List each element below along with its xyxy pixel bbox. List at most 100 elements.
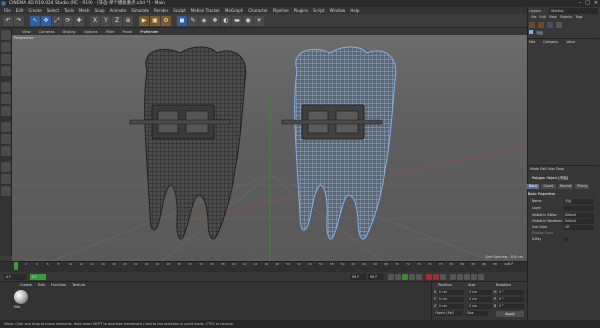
texture-mode-icon[interactable] (1, 54, 11, 64)
key-position-icon[interactable] (450, 274, 456, 280)
end-frame-field[interactable]: 90 F (350, 274, 366, 280)
floor-icon[interactable]: ▬ (232, 16, 242, 26)
rotate-tool-icon[interactable]: ⟳ (63, 16, 73, 26)
key-pla-icon[interactable] (478, 274, 484, 280)
cube-primitive-icon[interactable]: ◼ (177, 16, 187, 26)
menu-create[interactable]: Create (28, 8, 41, 13)
current-frame-field[interactable]: 0 F (30, 274, 46, 280)
menu-motion-tracker[interactable]: Motion Tracker (191, 8, 220, 13)
menu-help[interactable]: Help (350, 8, 359, 13)
lock-workplane-icon[interactable] (1, 162, 11, 172)
menu-script[interactable]: Script (313, 8, 325, 13)
menu-simulate[interactable]: Simulate (131, 8, 149, 13)
mat-menu-texture[interactable]: Texture (72, 283, 85, 287)
snap-icon[interactable] (1, 146, 11, 156)
close-button[interactable]: × (594, 0, 598, 7)
enable-axis-icon[interactable] (1, 122, 11, 132)
key-parameter-icon[interactable] (471, 274, 477, 280)
menu-pipeline[interactable]: Pipeline (273, 8, 289, 13)
size-x-field[interactable]: 0 cm (468, 290, 492, 295)
maximize-button[interactable]: □ (585, 0, 590, 7)
layout-dropdown[interactable]: Startup (549, 8, 598, 14)
scale-tool-icon[interactable]: ⤢ (52, 16, 62, 26)
tooth-model-selected[interactable] (281, 46, 397, 240)
om-menu-tags[interactable]: Tags (575, 15, 582, 20)
om-object-icon[interactable] (529, 22, 535, 28)
om-menu-edit[interactable]: Edit (540, 15, 546, 20)
live-selection-icon[interactable]: ↖ (30, 16, 40, 26)
pen-spline-icon[interactable]: ✎ (188, 16, 198, 26)
size-y-field[interactable]: 0 cm (468, 297, 492, 302)
menu-sculpt[interactable]: Sculpt (173, 8, 186, 13)
visible-renderer-dropdown[interactable]: Default (564, 219, 594, 224)
camera-icon[interactable]: ◉ (243, 16, 253, 26)
sculpt-icon[interactable] (1, 186, 11, 196)
attr-tab-phong[interactable]: Phong (575, 184, 590, 189)
om-subdiv-icon[interactable] (538, 22, 544, 28)
position-z-field[interactable]: 0 cm (438, 304, 464, 309)
vp-menu-options[interactable]: Options (84, 30, 98, 34)
menu-window[interactable]: Window (330, 8, 346, 13)
rotation-p-field[interactable]: 0 ° (498, 297, 524, 302)
points-mode-icon[interactable] (1, 82, 11, 92)
record-icon[interactable] (426, 274, 432, 280)
menu-mesh[interactable]: Mesh (79, 8, 90, 13)
om-menu-view[interactable]: View (549, 15, 557, 20)
perspective-viewport[interactable]: Perspective Grid Spacing: 100 cm (12, 35, 527, 261)
visible-editor-dropdown[interactable]: Default (564, 213, 594, 218)
attr-tab-normal[interactable]: Normal (557, 184, 574, 189)
keyframe-selection-icon[interactable] (440, 274, 446, 280)
attr-menu[interactable]: Mode Edit User Data (530, 167, 564, 171)
menu-edit[interactable]: Edit (16, 8, 24, 13)
om-menu-file[interactable]: File (531, 15, 537, 20)
bend-deformer-icon[interactable]: ◐ (221, 16, 231, 26)
key-rotation-icon[interactable] (464, 274, 470, 280)
menu-snap[interactable]: Snap (94, 8, 104, 13)
size-z-field[interactable]: 0 cm (468, 304, 492, 309)
position-x-field[interactable]: 0 cm (438, 290, 464, 295)
vp-menu-display[interactable]: Display (63, 30, 76, 34)
menu-character[interactable]: Character (248, 8, 268, 13)
minimize-button[interactable]: – (579, 0, 582, 7)
vp-menu-prorender[interactable]: ProRender (140, 30, 159, 34)
model-mode-icon[interactable] (1, 42, 11, 52)
menu-animate[interactable]: Animate (110, 8, 127, 13)
start-frame-field[interactable]: 0 F (4, 274, 26, 280)
layer-field[interactable] (564, 206, 594, 211)
rotation-b-field[interactable]: 0 ° (498, 304, 524, 309)
om-layer-icon[interactable] (547, 22, 553, 28)
om-menu-objects[interactable]: Objects (560, 15, 572, 20)
name-field[interactable]: 牙齿 (564, 199, 594, 204)
menu-tools[interactable]: Tools (64, 8, 74, 13)
vp-menu-view[interactable]: View (22, 30, 31, 34)
material-preview-ball[interactable] (14, 290, 28, 304)
vp-menu-filter[interactable]: Filter (106, 30, 115, 34)
mat-menu-function[interactable]: Function (51, 283, 66, 287)
y-axis-lock-button[interactable]: Y (101, 16, 111, 26)
go-to-start-icon[interactable] (388, 274, 394, 280)
subdivision-surface-icon[interactable]: ◈ (199, 16, 209, 26)
prev-key-icon[interactable] (395, 274, 401, 280)
preview-end-field[interactable]: 90 F (368, 274, 384, 280)
recent-tools-icon[interactable]: ✚ (74, 16, 84, 26)
array-icon[interactable]: ❖ (210, 16, 220, 26)
key-scale-icon[interactable] (457, 274, 463, 280)
om-filter-icon[interactable] (556, 22, 562, 28)
edges-mode-icon[interactable] (1, 94, 11, 104)
position-y-field[interactable]: 0 cm (438, 297, 464, 302)
undo-icon[interactable]: ↶ (3, 16, 13, 26)
move-tool-icon[interactable]: ✥ (41, 16, 51, 26)
playhead-marker[interactable] (14, 262, 18, 270)
mat-menu-create[interactable]: Create (20, 283, 32, 287)
menu-render[interactable]: Render (154, 8, 168, 13)
next-key-icon[interactable] (409, 274, 415, 280)
render-view-icon[interactable]: ▶ (139, 16, 149, 26)
apply-button[interactable]: Apply (496, 311, 524, 317)
x-axis-lock-button[interactable]: X (90, 16, 100, 26)
planar-workplane-icon[interactable] (1, 174, 11, 184)
use-color-dropdown[interactable]: Off (564, 225, 594, 230)
play-icon[interactable] (402, 274, 408, 280)
coord-mode-dropdown[interactable]: Object (Rel) (434, 311, 462, 316)
menu-select[interactable]: Select (47, 8, 59, 13)
render-picture-viewer-icon[interactable]: ▣ (150, 16, 160, 26)
